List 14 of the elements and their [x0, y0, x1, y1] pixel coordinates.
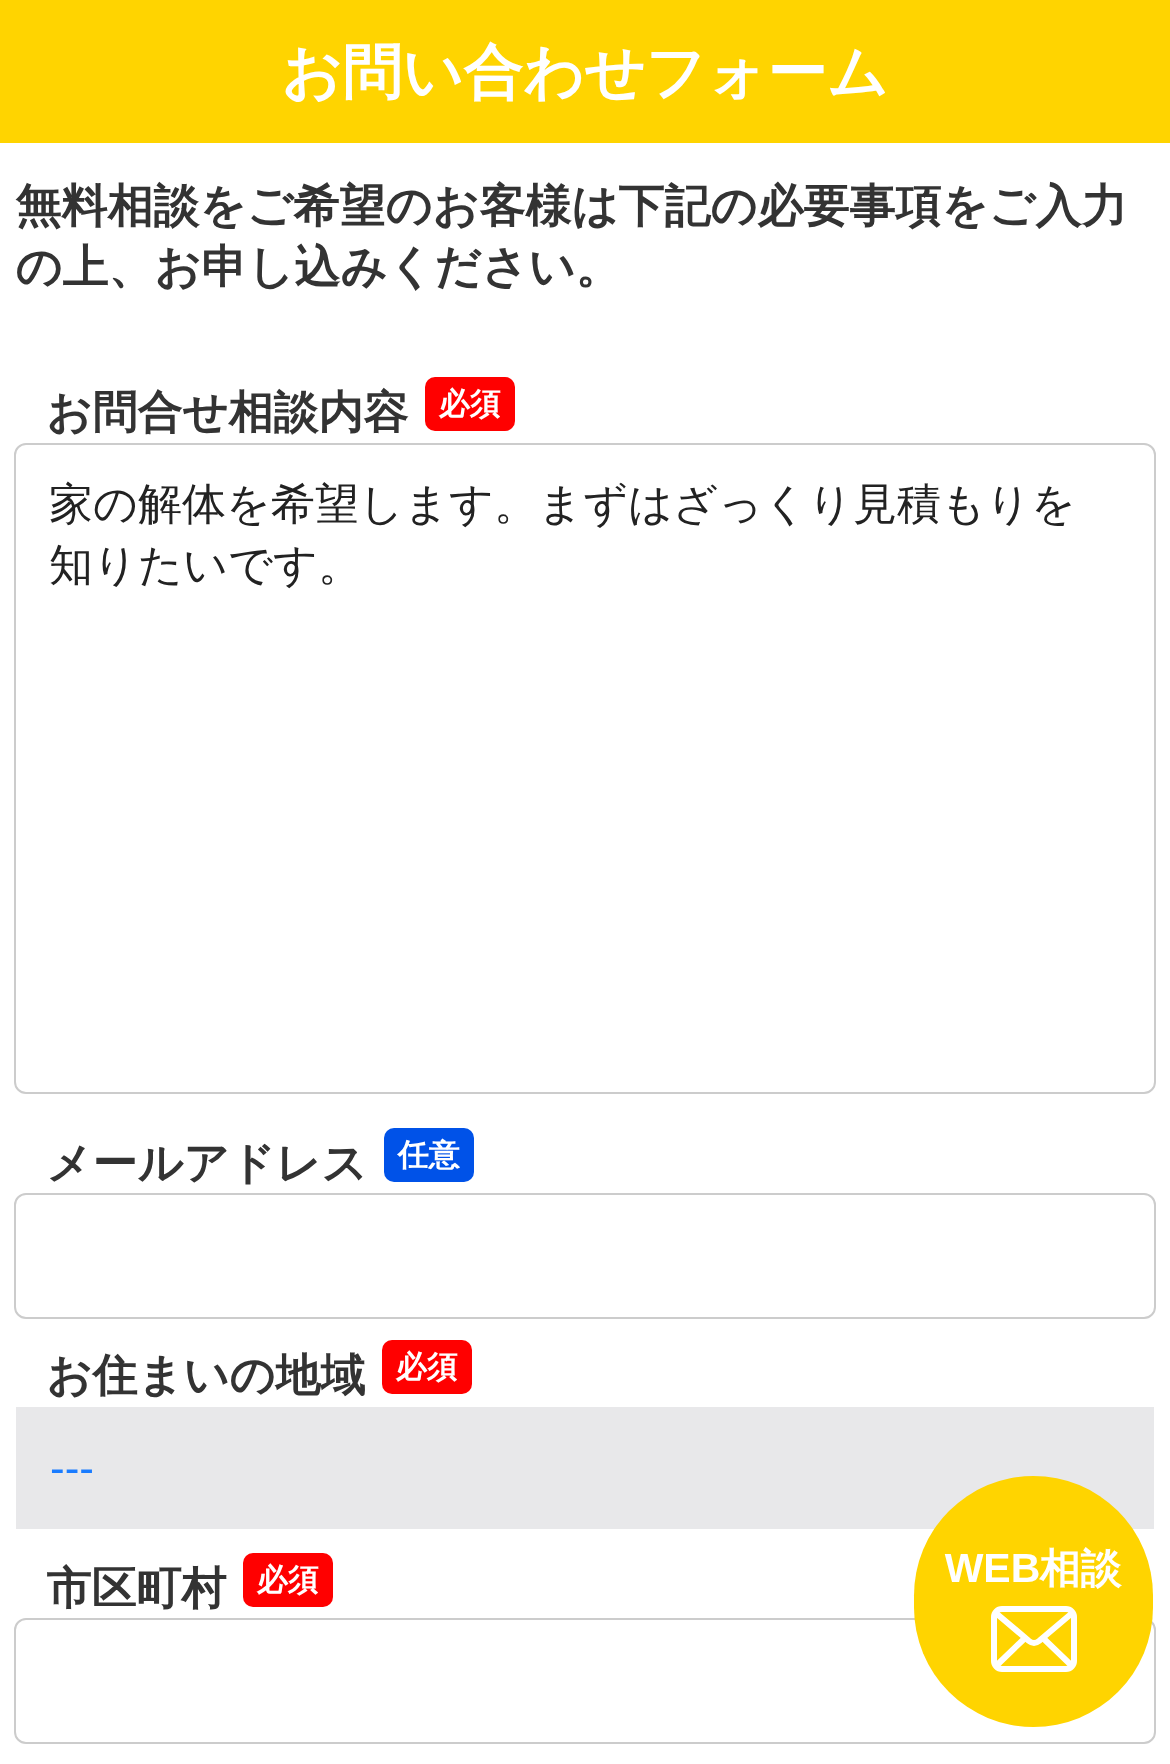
required-badge: 必須 — [425, 377, 515, 431]
region-select[interactable]: --- — [16, 1407, 1154, 1529]
field-label: お住まいの地域 — [47, 1348, 366, 1402]
intro-text: 無料相談をご希望のお客様は下記の必要事項をご入力の上、お申し込みください。 — [15, 178, 1129, 294]
mail-icon — [990, 1606, 1077, 1672]
required-badge: 必須 — [382, 1340, 472, 1394]
field-label: お問合せ相談内容 — [47, 385, 409, 439]
field-label: メールアドレス — [47, 1136, 368, 1190]
message-field[interactable]: 家の解体を希望します。まずはざっくり見積もりを知りたいです。 — [14, 443, 1156, 1094]
field-label: 市区町村 — [47, 1561, 227, 1615]
input-field[interactable] — [14, 1193, 1156, 1319]
page-title: お問い合わせフォーム — [281, 36, 889, 107]
required-badge: 必須 — [243, 1553, 333, 1607]
optional-badge: 任意 — [384, 1128, 474, 1182]
